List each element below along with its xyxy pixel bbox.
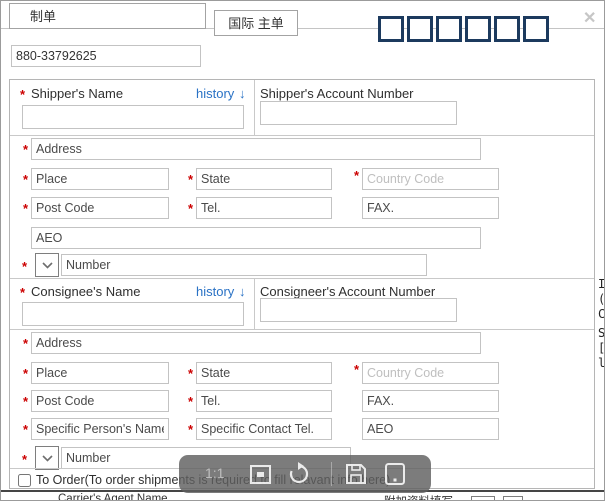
clipped-bottom-right-label: 附加资料填写 <box>384 493 474 501</box>
consignee-fax-input[interactable] <box>362 390 499 412</box>
shipper-postcode-input[interactable] <box>31 197 169 219</box>
consignee-aeo-input[interactable] <box>362 418 499 440</box>
history-down-arrow-icon[interactable]: ↓ <box>239 284 246 299</box>
required-marker: * <box>188 172 193 187</box>
zoom-ratio-label[interactable]: 1:1 <box>205 465 224 481</box>
toolbar-icon-placeholder-2[interactable] <box>407 16 433 42</box>
shipper-tel-input[interactable] <box>196 197 332 219</box>
required-marker: * <box>354 362 359 377</box>
required-marker: * <box>188 422 193 437</box>
clipped-input <box>471 496 495 501</box>
close-icon[interactable]: ✕ <box>583 8 596 28</box>
divider <box>254 80 255 135</box>
shipper-number-input[interactable] <box>61 254 427 276</box>
required-marker: * <box>188 201 193 216</box>
clipped-text: S <box>598 326 605 341</box>
shipper-account-label: Shipper's Account Number <box>260 86 414 101</box>
required-marker: * <box>188 366 193 381</box>
consignee-state-input[interactable] <box>196 362 332 384</box>
chevron-down-icon <box>42 262 53 269</box>
save-icon[interactable] <box>345 463 367 490</box>
consignee-address-input[interactable] <box>31 332 481 354</box>
required-marker: * <box>23 422 28 437</box>
required-marker: * <box>23 201 28 216</box>
history-down-arrow-icon[interactable]: ↓ <box>239 86 246 101</box>
clipped-input <box>503 496 523 501</box>
consignee-country-code-input[interactable] <box>362 362 499 384</box>
awb-number-input[interactable] <box>11 45 201 67</box>
shipper-state-input[interactable] <box>196 168 332 190</box>
required-marker: * <box>23 172 28 187</box>
consignee-account-label: Consigneer's Account Number <box>260 284 435 299</box>
consignee-history-link[interactable]: history <box>196 284 234 299</box>
toolbar-icon-placeholder-5[interactable] <box>494 16 520 42</box>
awb-form-window: 制单 国际 主单 ✕ * Shipper's Name history ↓ Sh… <box>0 0 605 501</box>
required-marker: * <box>20 87 25 102</box>
toolbar-icon-placeholder-4[interactable] <box>465 16 491 42</box>
consignee-account-input[interactable] <box>260 298 457 322</box>
clipped-bottom-left-label: Carrier's Agent Name <box>58 493 218 501</box>
clipped-text: l <box>598 356 605 367</box>
clipped-text: I <box>598 277 605 292</box>
required-marker: * <box>188 394 193 409</box>
shipper-account-input[interactable] <box>260 101 457 125</box>
fullscreen-display-icon[interactable] <box>383 462 407 491</box>
tab-international-master[interactable]: 国际 主单 <box>214 10 298 36</box>
clipped-text: ( <box>598 292 605 307</box>
consignee-postcode-input[interactable] <box>31 390 169 412</box>
consignee-person-name-input[interactable] <box>31 418 169 440</box>
clipped-text: [ <box>598 341 605 356</box>
consignee-tel-input[interactable] <box>196 390 332 412</box>
toolbar-icon-placeholder-6[interactable] <box>523 16 549 42</box>
required-marker: * <box>23 394 28 409</box>
image-viewer-toolbar: 1:1 <box>179 455 431 493</box>
tab-zhidan[interactable]: 制单 <box>9 3 206 29</box>
shipper-place-input[interactable] <box>31 168 169 190</box>
shipper-fax-input[interactable] <box>362 197 499 219</box>
required-marker: * <box>22 259 27 274</box>
divider <box>10 135 594 136</box>
shipper-name-input[interactable] <box>22 105 244 129</box>
shipper-number-type-select[interactable] <box>35 253 59 277</box>
required-marker: * <box>23 142 28 157</box>
to-order-checkbox[interactable] <box>18 474 31 487</box>
required-marker: * <box>23 336 28 351</box>
shipper-history-link[interactable]: history <box>196 86 234 101</box>
divider <box>10 278 594 279</box>
shipper-address-input[interactable] <box>31 138 481 160</box>
rotate-icon[interactable] <box>287 462 311 491</box>
consignee-name-input[interactable] <box>22 302 244 326</box>
required-marker: * <box>354 168 359 183</box>
divider <box>254 278 255 329</box>
shipper-country-code-input[interactable] <box>362 168 499 190</box>
required-marker: * <box>20 285 25 300</box>
clipped-text: C <box>598 307 605 322</box>
divider <box>10 329 594 330</box>
consignee-name-label: Consignee's Name <box>31 284 140 299</box>
toolbar-icon-placeholder-3[interactable] <box>436 16 462 42</box>
consignee-number-type-select[interactable] <box>35 446 59 470</box>
shipper-aeo-input[interactable] <box>31 227 481 249</box>
toolbar-icon-placeholder-1[interactable] <box>378 16 404 42</box>
chevron-down-icon <box>42 455 53 462</box>
fit-to-window-icon[interactable] <box>249 463 272 491</box>
required-marker: * <box>23 366 28 381</box>
clipped-right-text-column: I ( C S [ l <box>598 277 605 367</box>
consignee-place-input[interactable] <box>31 362 169 384</box>
toolbar-divider <box>331 462 332 486</box>
waybill-form: * Shipper's Name history ↓ Shipper's Acc… <box>9 79 595 489</box>
consignee-contact-tel-input[interactable] <box>196 418 332 440</box>
shipper-name-label: Shipper's Name <box>31 86 123 101</box>
required-marker: * <box>22 452 27 467</box>
